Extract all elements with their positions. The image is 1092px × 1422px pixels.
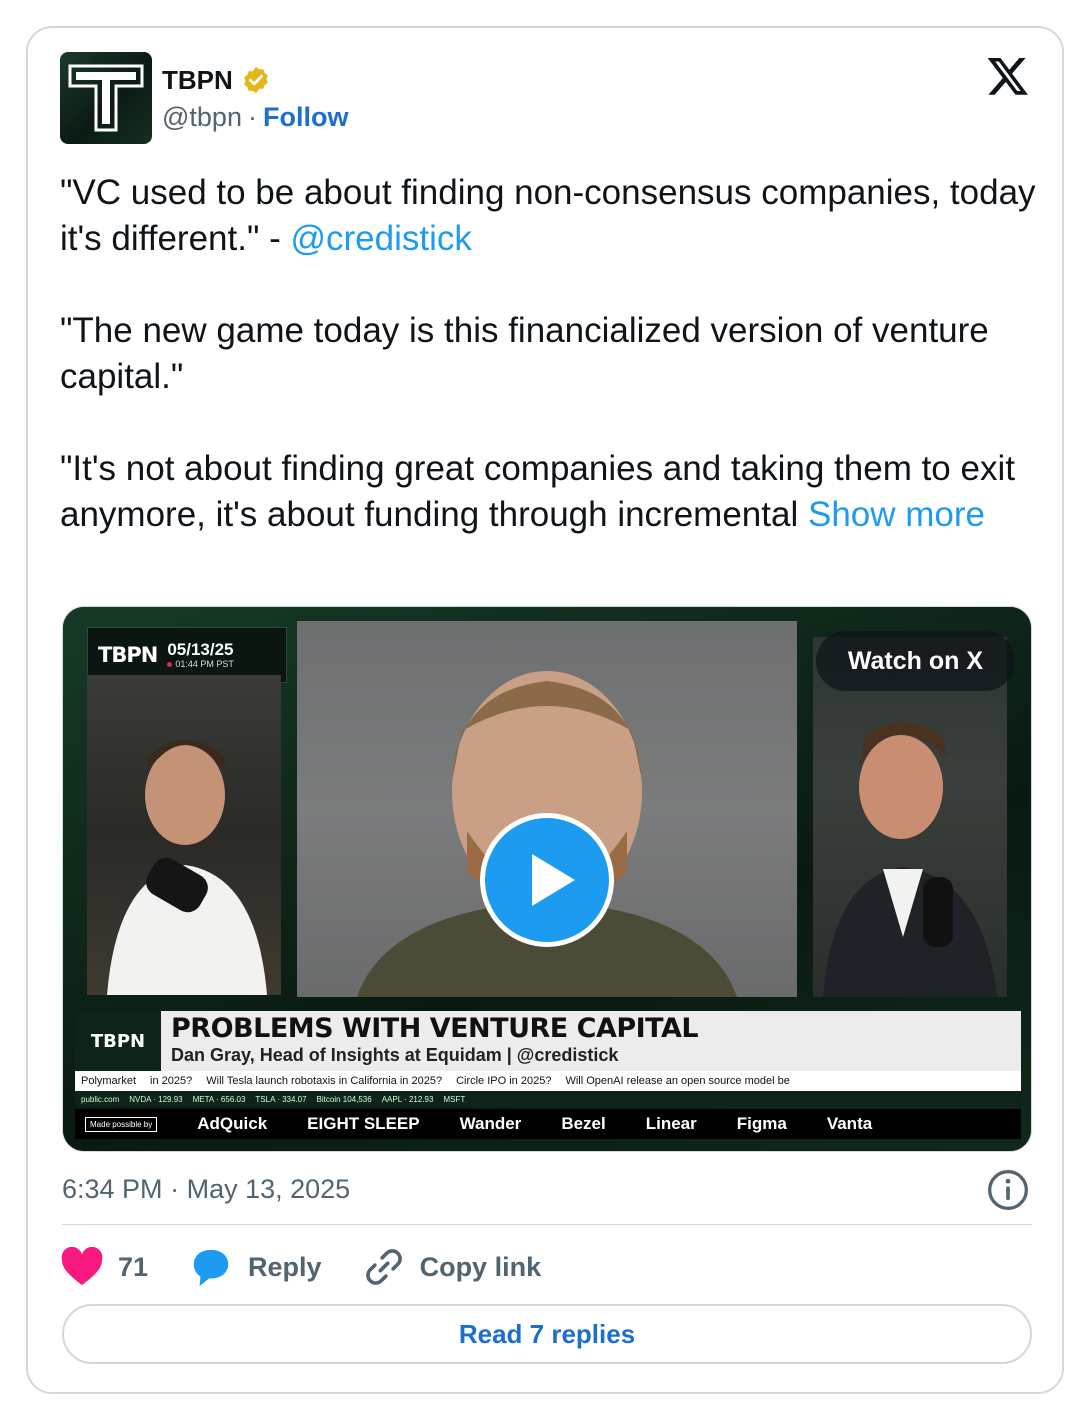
market-ticker: Polymarket in 2025? Will Tesla launch ro… — [75, 1071, 1021, 1091]
like-count: 71 — [118, 1251, 149, 1282]
tweet-paragraph: "It's not about finding great companies … — [60, 449, 1015, 534]
reply-bubble-icon — [193, 1249, 229, 1287]
copy-link-button[interactable]: Copy link — [362, 1245, 542, 1289]
action-bar: 71 Reply Copy link — [60, 1242, 581, 1292]
separator: · — [247, 102, 257, 132]
play-button[interactable] — [480, 813, 614, 947]
show-more-link[interactable]: Show more — [808, 495, 985, 534]
play-icon — [532, 854, 575, 906]
host-right-video — [813, 637, 1007, 997]
lower-third: TBPN PROBLEMS WITH VENTURE CAPITAL Dan G… — [75, 1011, 1021, 1071]
lower-third-subline: Dan Gray, Head of Insights at Equidam | … — [171, 1045, 619, 1065]
link-icon — [365, 1249, 402, 1285]
reply-label: Reply — [248, 1251, 322, 1282]
tweet-card: TBPN @tbpn · Follow "VC used to be about… — [26, 26, 1064, 1394]
stock-ticker: public.com NVDA · 129.93 META · 656.03 T… — [75, 1091, 1021, 1107]
tweet-time: 6:34 PM — [62, 1174, 163, 1204]
tweet-paragraph: "The new game today is this financialize… — [60, 311, 989, 396]
sponsor-bar: Made possible by AdQuick EIGHT SLEEP Wan… — [75, 1109, 1021, 1139]
lower-third-headline: PROBLEMS WITH VENTURE CAPITAL — [171, 1013, 699, 1044]
tweet-paragraph: "VC used to be about finding non-consens… — [60, 173, 1036, 258]
author-handle[interactable]: @tbpn — [162, 102, 242, 133]
host-left-video — [87, 675, 281, 995]
divider — [62, 1224, 1032, 1225]
broadcast-time: 01:44 PM PST — [175, 659, 234, 669]
author-name-row: TBPN — [162, 64, 271, 96]
author-name[interactable]: TBPN — [162, 65, 233, 96]
copy-link-label: Copy link — [419, 1251, 542, 1282]
x-logo-icon[interactable] — [986, 54, 1030, 98]
verified-badge-icon — [244, 66, 268, 94]
tweet-date: May 13, 2025 — [186, 1174, 351, 1204]
author-handle-row: @tbpn · Follow — [162, 102, 348, 133]
avatar[interactable] — [60, 52, 152, 144]
tweet-text: "VC used to be about finding non-consens… — [60, 170, 1040, 538]
heart-icon — [61, 1247, 103, 1286]
video-player[interactable]: TBPN 05/13/25 01:44 PM PST Watch on X TB… — [62, 606, 1032, 1152]
watch-on-x-button[interactable]: Watch on X — [815, 631, 1015, 691]
lower-third-logo: TBPN — [75, 1011, 161, 1071]
info-icon[interactable] — [986, 1168, 1030, 1212]
follow-button[interactable]: Follow — [263, 102, 348, 133]
mention-link[interactable]: @credistick — [291, 219, 472, 258]
tbpn-logo-icon — [68, 64, 144, 132]
tweet-timestamp[interactable]: 6:34 PM · May 13, 2025 — [62, 1174, 350, 1205]
like-button[interactable]: 71 — [60, 1247, 148, 1287]
reply-button[interactable]: Reply — [188, 1246, 322, 1288]
broadcast-date: 05/13/25 — [167, 640, 234, 659]
read-replies-button[interactable]: Read 7 replies — [62, 1304, 1032, 1364]
